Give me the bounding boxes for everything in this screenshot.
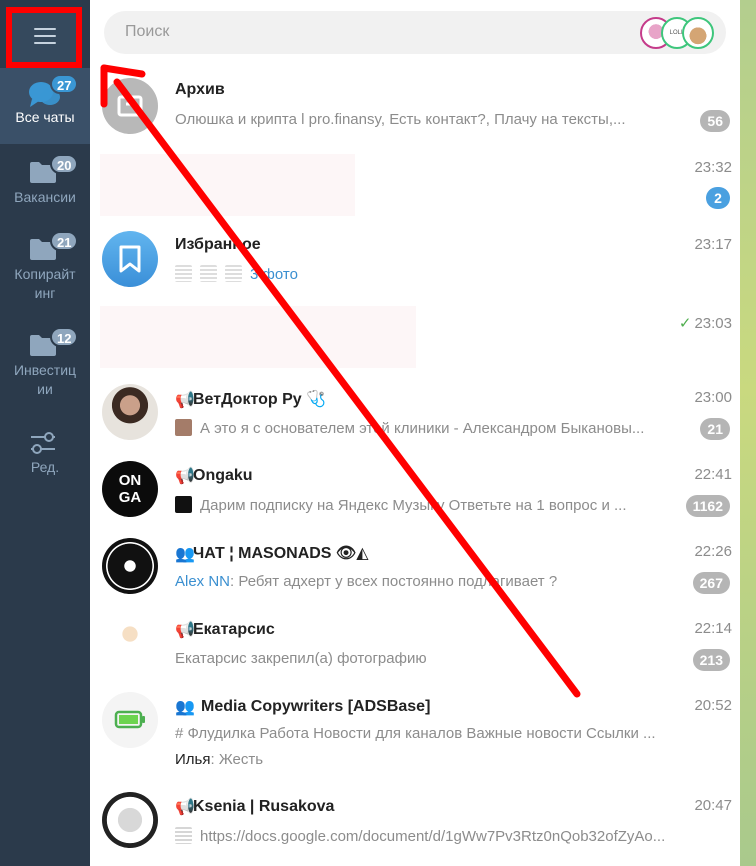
megaphone-icon: 📢	[175, 799, 195, 816]
chat-preview: Илья: Жесть	[175, 751, 264, 768]
chat-name: Избранное	[175, 236, 261, 253]
unread-count: 1162	[685, 495, 730, 517]
chat-row-ksenia[interactable]: 📢Ksenia | Rusakova 20:47 https://docs.go…	[90, 789, 740, 866]
megaphone-icon: 📢	[175, 392, 195, 409]
edit-folders-button[interactable]: Ред.	[0, 418, 90, 484]
chat-row-media-copywriters[interactable]: 👥 Media Copywriters [ADSBase] 20:52 # Флу…	[90, 689, 740, 789]
sliders-icon	[31, 432, 55, 454]
chat-row-ekatarsis[interactable]: 📢Екатарсис 22:14 Екатарсис закрепил(а) ф…	[90, 612, 740, 688]
unread-count: 2	[706, 187, 730, 209]
chat-preview: 3 фото	[175, 265, 695, 283]
story-avatar[interactable]	[682, 17, 714, 49]
chat-time: 22:14	[694, 620, 732, 637]
unread-count: 213	[692, 649, 730, 671]
chat-preview: https://docs.google.com/document/d/1gWw7…	[175, 827, 735, 845]
battery-icon	[114, 710, 145, 729]
folder-all-chats[interactable]: 27 Все чаты	[0, 68, 90, 144]
bookmark-icon	[119, 245, 141, 273]
folder-label: Ред.	[30, 459, 60, 475]
photo-thumb	[225, 265, 242, 282]
chat-time: 23:17	[694, 236, 732, 253]
chat-name: 👥ЧАТ ¦ MASONADS 👁◭	[175, 545, 369, 563]
blurred-content	[100, 306, 416, 368]
chat-preview: Дарим подписку на Яндекс Музыку Ответьте…	[175, 496, 680, 514]
chat-row-saved[interactable]: Избранное 23:17 3 фото	[90, 228, 740, 304]
search-placeholder: Поиск	[125, 23, 170, 40]
megaphone-icon: 📢	[175, 468, 195, 485]
chat-name: Архив	[175, 81, 225, 98]
chat-row-masonads[interactable]: 👥ЧАТ ¦ MASONADS 👁◭ 22:26 Alex NN: Ребят …	[90, 535, 740, 611]
photo-count: 3 фото	[250, 266, 298, 283]
chat-name: 📢Ksenia | Rusakova	[175, 798, 335, 816]
unread-count: 56	[700, 110, 730, 132]
unread-count: 21	[700, 418, 730, 440]
archive-avatar	[102, 78, 158, 134]
unread-count: 267	[692, 572, 730, 594]
group-icon: 👥	[175, 546, 195, 563]
photo-thumb	[175, 419, 192, 436]
group-icon: 👥	[175, 699, 195, 716]
topic-list: # Флудилка Работа Новости для каналов Ва…	[175, 725, 656, 742]
chat-time: 23:32	[694, 159, 732, 176]
chat-name: 📢ВетДоктор Ру 🩺	[175, 391, 327, 409]
folder-badge: 12	[50, 327, 79, 347]
chat-row-hidden[interactable]: 23:32 2	[90, 150, 740, 226]
channel-avatar: ON GA	[102, 461, 158, 517]
chat-name: 📢Екатарсис	[175, 621, 275, 639]
group-avatar	[102, 692, 158, 748]
folder-vakansii[interactable]: 20 Вакансии	[0, 148, 90, 220]
chat-preview: Олюшка и крипта l pro.finansy, Есть конт…	[175, 111, 626, 128]
folder-badge: 21	[50, 231, 79, 251]
chat-list: Поиск LOLL Архив Олюшка и крипта l pro.f…	[90, 0, 740, 866]
search-input[interactable]: Поиск LOLL	[104, 11, 726, 54]
channel-avatar	[102, 792, 158, 848]
folder-sidebar: 27 Все чаты 20 Вакансии 21 Копирайт инг …	[0, 0, 90, 866]
chat-time: ✓ 23:03	[678, 315, 732, 332]
doc-thumb	[175, 827, 192, 844]
folder-label: Копирайт инг	[14, 266, 76, 301]
channel-avatar	[102, 615, 158, 671]
group-avatar	[102, 538, 158, 594]
saved-messages-avatar	[102, 231, 158, 287]
photo-thumb	[175, 265, 192, 282]
chat-background	[740, 0, 756, 866]
chat-preview: А это я с основателем этой клиники - Але…	[175, 419, 695, 437]
photo-thumb	[200, 265, 217, 282]
chat-name: 👥 Media Copywriters [ADSBase]	[175, 698, 431, 716]
chat-row-hidden[interactable]: ✓ 23:03	[90, 304, 740, 378]
main-menu-button[interactable]	[6, 7, 82, 68]
chat-time: 20:52	[694, 697, 732, 714]
read-check-icon: ✓	[678, 315, 692, 332]
chat-preview: Alex NN: Ребят адхерт у всех постоянно п…	[175, 573, 558, 590]
chat-time: 22:41	[694, 466, 732, 483]
folder-label: Инвестиц ии	[13, 362, 77, 397]
chat-name: 📢Ongaku	[175, 467, 253, 485]
folder-investicii[interactable]: 12 Инвестиц ии	[0, 321, 90, 411]
chat-preview: Екатарсис закрепил(а) фотографию	[175, 650, 427, 667]
channel-avatar	[102, 384, 158, 440]
folder-label: Все чаты	[15, 109, 75, 125]
archive-icon	[117, 95, 143, 117]
hamburger-icon	[34, 28, 56, 44]
folder-kopirayting[interactable]: 21 Копирайт инг	[0, 225, 90, 315]
chat-time: 23:00	[694, 389, 732, 406]
folder-badge: 27	[50, 74, 79, 94]
chat-time: 22:26	[694, 543, 732, 560]
chat-row-vetdoktor[interactable]: 📢ВетДоктор Ру 🩺 23:00 А это я с основате…	[90, 381, 740, 457]
chat-row-ongaku[interactable]: ON GA 📢Ongaku 22:41 Дарим подписку на Янд…	[90, 458, 740, 534]
folder-label: Вакансии	[14, 189, 76, 205]
blurred-content	[100, 154, 355, 216]
stories-avatars[interactable]: LOLL	[640, 17, 714, 49]
chat-row-archive[interactable]: Архив Олюшка и крипта l pro.finansy, Ест…	[90, 74, 740, 150]
video-thumb	[175, 496, 192, 513]
folder-badge: 20	[50, 154, 79, 174]
megaphone-icon: 📢	[175, 622, 195, 639]
chat-time: 20:47	[694, 797, 732, 814]
